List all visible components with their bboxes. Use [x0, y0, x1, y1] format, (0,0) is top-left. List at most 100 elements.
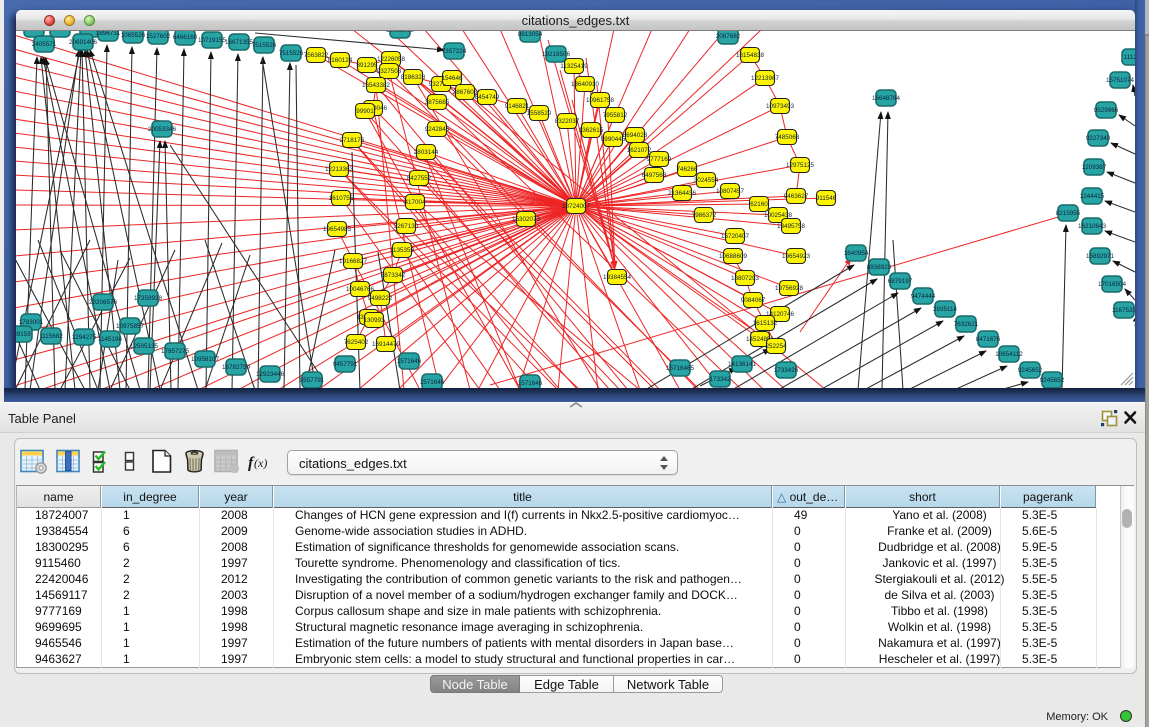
svg-text:8938923: 8938923: [867, 264, 892, 271]
svg-text:15892971: 15892971: [1086, 253, 1115, 260]
svg-text:9245652: 9245652: [1018, 367, 1043, 374]
svg-text:7515526: 7515526: [252, 42, 277, 49]
svg-text:8215955: 8215955: [1056, 210, 1081, 217]
svg-text:16671355: 16671355: [225, 39, 254, 46]
svg-text:16648784: 16648784: [872, 95, 901, 102]
svg-text:1621072: 1621072: [627, 147, 652, 154]
svg-text:7986372: 7986372: [692, 212, 717, 219]
svg-text:2803144: 2803144: [414, 149, 439, 156]
svg-text:1362615: 1362615: [579, 127, 604, 134]
svg-text:11325419: 11325419: [560, 63, 588, 70]
svg-text:20691406: 20691406: [69, 39, 98, 46]
svg-text:1571646: 1571646: [518, 380, 543, 387]
svg-text:12213967: 12213967: [751, 75, 780, 82]
svg-text:16543382: 16543382: [362, 82, 391, 89]
svg-text:6497568: 6497568: [642, 172, 667, 179]
svg-text:17359928: 17359928: [134, 295, 163, 302]
svg-text:7357224: 7357224: [442, 48, 467, 55]
svg-text:1294275: 1294275: [72, 334, 97, 341]
svg-text:1571646: 1571646: [420, 379, 445, 386]
svg-text:16782759: 16782759: [222, 364, 251, 371]
svg-text:15716465: 15716465: [666, 365, 695, 372]
svg-text:9245652: 9245652: [1040, 377, 1065, 384]
svg-text:15751074: 15751074: [1106, 77, 1135, 84]
svg-text:9529966: 9529966: [1094, 107, 1119, 114]
svg-text:9084067: 9084067: [741, 297, 766, 304]
svg-text:10046766: 10046766: [346, 286, 375, 293]
svg-text:8873342: 8873342: [381, 272, 406, 279]
svg-text:3024554: 3024554: [694, 177, 719, 184]
svg-text:39159: 39159: [16, 331, 31, 338]
svg-text:252254: 252254: [765, 343, 787, 350]
svg-text:19756928: 19756928: [775, 285, 804, 292]
svg-text:3875685: 3875685: [425, 99, 450, 106]
svg-text:9227343: 9227343: [1086, 135, 1111, 142]
svg-text:3267130: 3267130: [394, 223, 419, 230]
svg-text:18807293: 18807293: [731, 275, 760, 282]
svg-text:8427552: 8427552: [407, 175, 432, 182]
svg-text:16914479: 16914479: [372, 341, 401, 348]
svg-text:11120: 11120: [1124, 54, 1135, 61]
svg-text:10719155: 10719155: [198, 37, 227, 44]
svg-text:2718176: 2718176: [340, 137, 365, 144]
svg-text:15720407: 15720407: [721, 233, 750, 240]
svg-text:10807457: 10807457: [716, 188, 745, 195]
svg-text:7563822: 7563822: [304, 52, 329, 59]
svg-text:8186328: 8186328: [401, 74, 426, 81]
svg-text:99901: 99901: [356, 108, 374, 115]
svg-text:9474444: 9474444: [911, 293, 936, 300]
svg-text:891295: 891295: [356, 62, 378, 69]
svg-text:13640910: 13640910: [571, 81, 600, 88]
svg-text:10975857: 10975857: [116, 323, 145, 330]
svg-text:12975125: 12975125: [786, 162, 815, 169]
svg-text:14136141: 14136141: [728, 361, 757, 368]
svg-text:62160: 62160: [750, 201, 768, 208]
svg-text:1610755: 1610755: [329, 195, 354, 202]
svg-text:15302073: 15302073: [512, 216, 541, 223]
svg-text:9498222: 9498222: [368, 295, 393, 302]
svg-text:6466160: 6466160: [173, 34, 198, 41]
svg-text:7515526: 7515526: [279, 50, 304, 57]
svg-text:20053346: 20053346: [148, 126, 177, 133]
svg-text:7625402: 7625402: [344, 339, 369, 346]
svg-text:8471676: 8471676: [976, 336, 1001, 343]
svg-text:19166827: 19166827: [339, 258, 368, 265]
svg-text:9242845: 9242845: [425, 126, 450, 133]
svg-text:13495758: 13495758: [777, 223, 806, 230]
svg-text:7485063: 7485063: [775, 134, 800, 141]
svg-text:12213363: 12213363: [325, 166, 354, 173]
svg-text:16154838: 16154838: [736, 52, 765, 59]
svg-text:1896731: 1896731: [96, 31, 121, 37]
svg-text:12505135: 12505135: [130, 343, 159, 350]
svg-text:746266: 746266: [676, 166, 698, 173]
svg-text:1783001: 1783001: [19, 319, 44, 326]
svg-text:1115682: 1115682: [39, 333, 63, 340]
svg-text:1209387: 1209387: [1082, 164, 1107, 171]
svg-text:417004: 417004: [404, 199, 426, 206]
svg-text:10688609: 10688609: [719, 253, 748, 260]
svg-text:9327503: 9327503: [377, 68, 402, 75]
svg-text:1640954: 1640954: [844, 250, 869, 257]
svg-text:8813054: 8813054: [518, 31, 543, 38]
svg-text:1733426: 1733426: [774, 367, 799, 374]
svg-text:17016504: 17016504: [1098, 281, 1127, 288]
svg-text:1615132: 1615132: [753, 320, 778, 327]
svg-text:1145194: 1145194: [98, 336, 123, 343]
svg-text:7955812: 7955812: [603, 112, 628, 119]
svg-text:16033809: 16033809: [386, 31, 415, 34]
svg-text:2087682: 2087682: [716, 33, 741, 40]
svg-text:12226058: 12226058: [377, 56, 406, 63]
svg-text:(x): (x): [254, 456, 267, 470]
svg-text:8322037: 8322037: [555, 118, 580, 125]
svg-text:19654923: 19654923: [782, 253, 811, 260]
svg-text:10958107: 10958107: [191, 356, 220, 363]
svg-text:1558520: 1558520: [527, 110, 552, 117]
svg-text:8454749: 8454749: [475, 94, 500, 101]
svg-text:12923446: 12923446: [256, 371, 285, 378]
svg-text:9457791: 9457791: [333, 361, 358, 368]
svg-text:10961758: 10961758: [586, 97, 615, 104]
svg-text:18724007: 18724007: [562, 203, 591, 210]
svg-text:1571646: 1571646: [397, 358, 422, 365]
svg-text:9557791: 9557791: [300, 377, 325, 384]
svg-text:8160124: 8160124: [328, 57, 353, 64]
